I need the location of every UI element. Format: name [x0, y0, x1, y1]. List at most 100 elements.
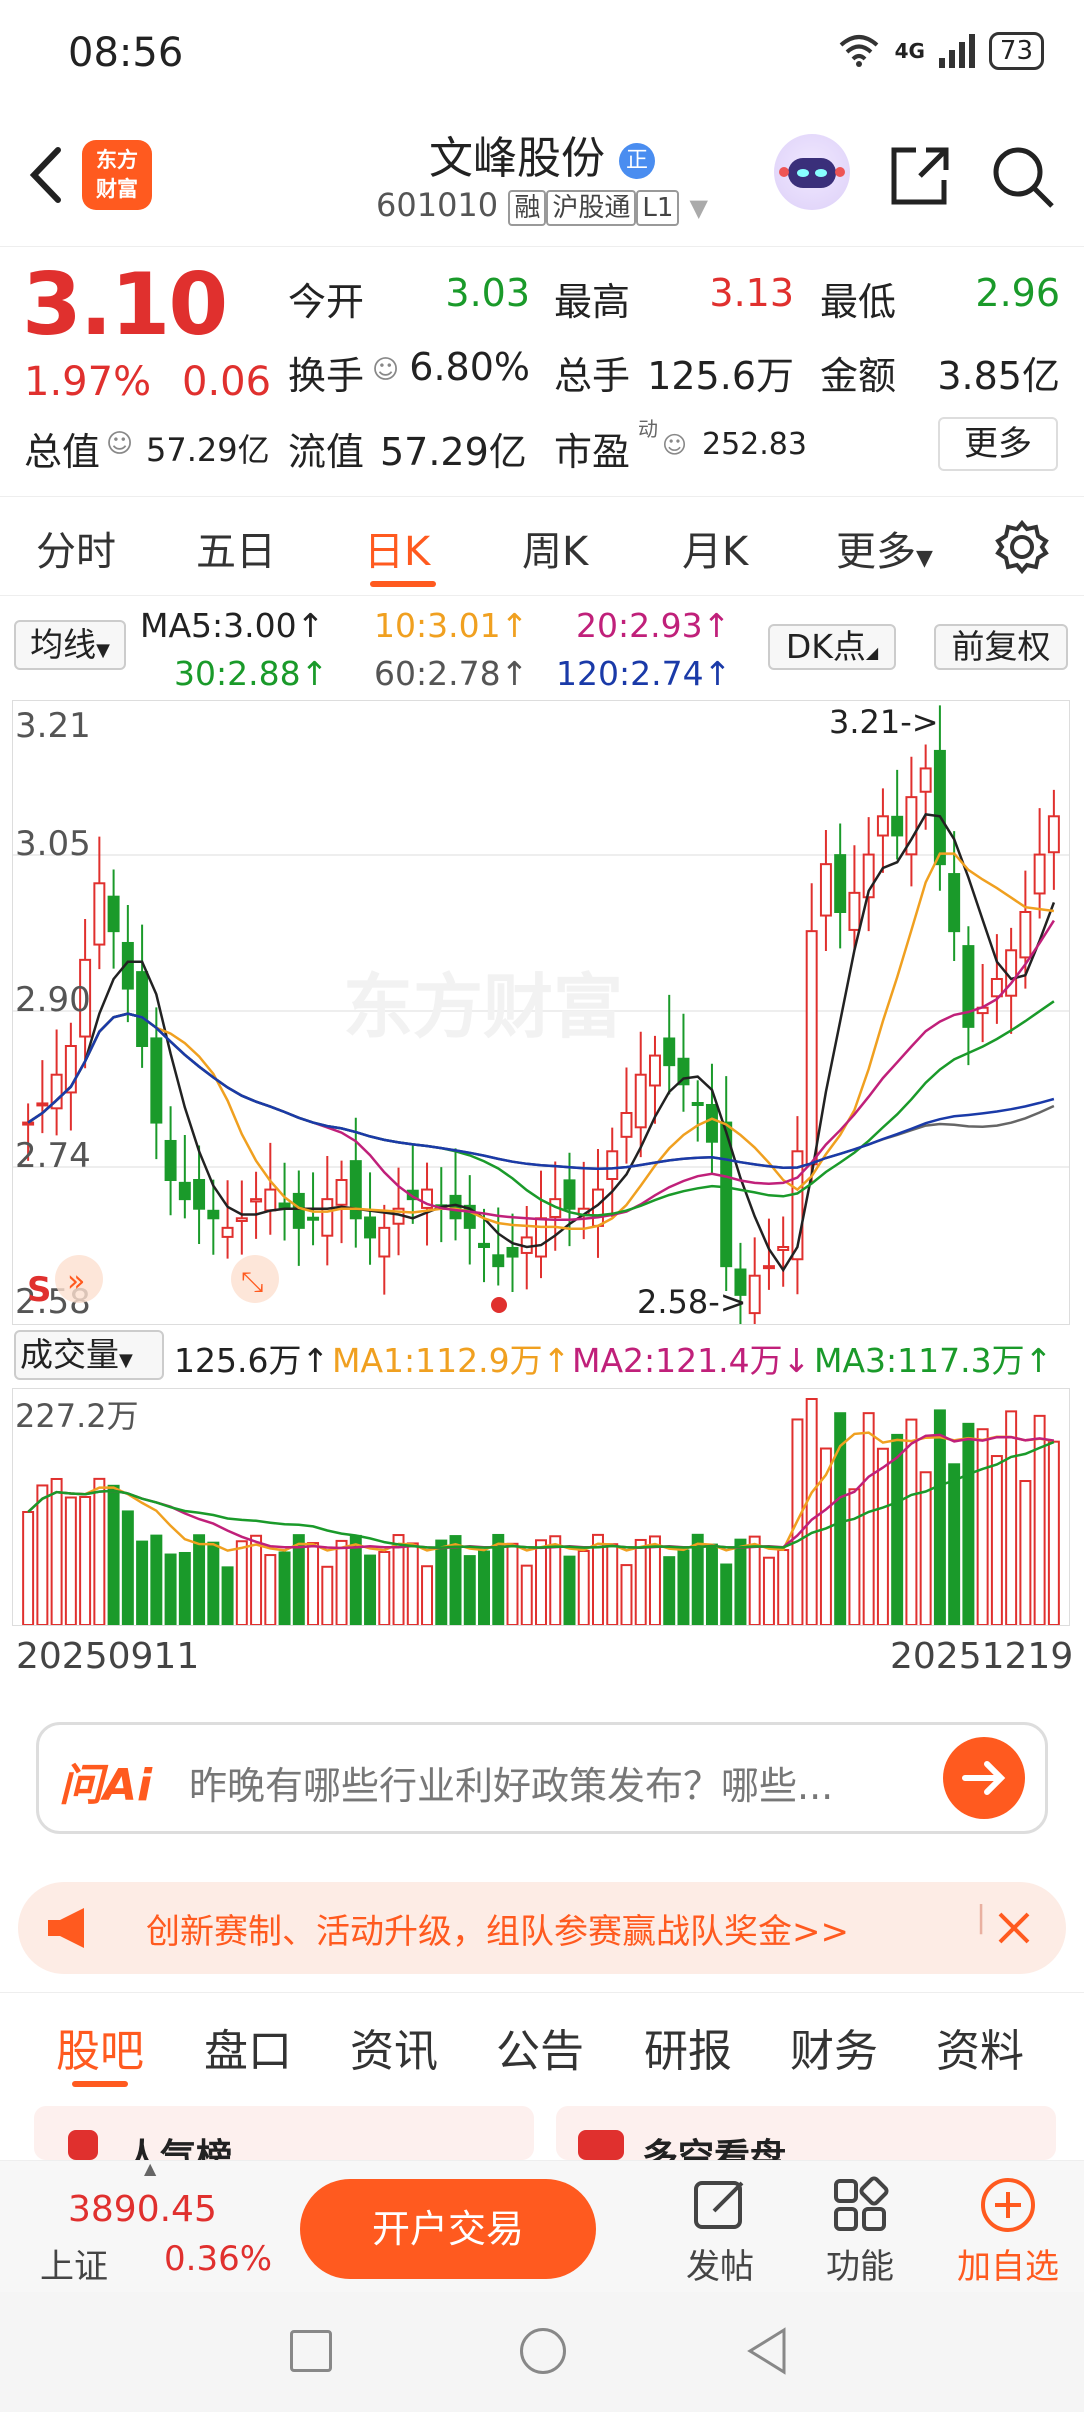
function-button[interactable]: 功能	[810, 2175, 910, 2287]
volume-bar	[948, 1463, 961, 1626]
candle	[876, 788, 889, 873]
banner-text: 创新赛制、活动升级，组队参赛赢战队奖金>>	[146, 1912, 849, 1952]
mktcap-label: 总值	[24, 430, 101, 474]
status-time: 08:56	[68, 30, 184, 76]
volume-bar	[307, 1542, 320, 1626]
settings-gear-icon[interactable]	[994, 519, 1050, 575]
tab-profile[interactable]: 资料	[936, 2015, 1024, 2079]
tab-intraday[interactable]: 分时	[36, 519, 116, 577]
open-label: 今开	[288, 280, 365, 324]
volume-bar	[720, 1563, 733, 1626]
back-button[interactable]	[22, 140, 72, 210]
tab-more[interactable]: 更多▼	[836, 519, 933, 577]
volume-bar	[535, 1539, 547, 1626]
info-icon[interactable]: ☺	[372, 355, 399, 385]
index-percent: 0.36%	[164, 2239, 273, 2279]
dk-label: DK点	[785, 627, 866, 666]
tab-weekly-k[interactable]: 周K	[522, 519, 588, 577]
tab-news[interactable]: 资讯	[350, 2015, 438, 2079]
ai-search-box[interactable]: 问Ai 昨晚有哪些行业利好政策发布？哪些...	[36, 1722, 1048, 1834]
assistant-avatar[interactable]	[774, 134, 850, 210]
index-ticker[interactable]: ▲ 3890.45 上证 0.36%	[40, 2159, 272, 2287]
candle	[1005, 927, 1018, 1034]
connect-badge: 沪股通	[546, 190, 637, 226]
volume-bar	[734, 1538, 747, 1626]
volume-bar	[79, 1495, 92, 1627]
y-label-2: 3.05	[15, 824, 91, 864]
float-value: 57.29亿	[380, 430, 527, 474]
ma-selector[interactable]: 均线▼	[14, 620, 126, 670]
candle	[435, 1167, 448, 1243]
vol-ma1: MA1:112.9万↑	[332, 1341, 571, 1380]
close-icon[interactable]	[994, 1908, 1034, 1948]
tab-daily-k[interactable]: 日K	[364, 519, 430, 577]
info-icon[interactable]: ☺	[662, 431, 687, 459]
tab-five-day[interactable]: 五日	[196, 519, 276, 577]
ai-submit-button[interactable]	[943, 1737, 1025, 1819]
tab-monthly-k[interactable]: 月K	[682, 519, 748, 577]
volume-label: 总手	[554, 354, 631, 398]
candle	[50, 1029, 63, 1136]
network-type: 4G	[894, 39, 925, 63]
volume-bar	[221, 1566, 234, 1627]
more-button[interactable]: 更多	[938, 417, 1058, 471]
volume-bar	[506, 1542, 519, 1626]
high-label: 最高	[554, 280, 631, 324]
search-icon[interactable]	[990, 144, 1056, 210]
candle	[891, 769, 904, 860]
popular-card-peek[interactable]: 人气榜	[34, 2106, 534, 2160]
volume-bar	[905, 1418, 918, 1627]
tab-finance[interactable]: 财务	[790, 2015, 878, 2079]
grid-icon	[834, 2176, 889, 2231]
margin-badge: 融	[508, 190, 547, 226]
recents-icon[interactable]	[290, 2330, 332, 2372]
dk-point-button[interactable]: DK点◢	[768, 624, 896, 670]
bottom-tab-indicator	[72, 2081, 128, 2087]
y-label-top: 3.21	[15, 706, 91, 746]
amount-label: 金额	[820, 354, 897, 398]
adjust-button[interactable]: 前复权	[934, 624, 1068, 670]
volume-bar	[64, 1496, 77, 1626]
tab-guba[interactable]: 股吧	[56, 2015, 144, 2079]
share-icon[interactable]	[886, 144, 952, 210]
vol-ma3: MA3:117.3万↑	[814, 1341, 1053, 1380]
add-watchlist-button[interactable]: 加自选	[946, 2175, 1070, 2287]
volume-chart[interactable]: 227.2万	[12, 1388, 1070, 1627]
volume-bar	[335, 1539, 348, 1626]
volume-bar	[648, 1535, 661, 1626]
kline-chart[interactable]: 东方财富 3.21 3.05 2.90 2.74 2.58 3.21-> 2.5…	[12, 700, 1070, 1347]
post-label: 发帖	[686, 2247, 754, 2287]
pe-value: 252.83	[702, 427, 807, 462]
candle	[136, 924, 149, 1068]
bullbear-card-peek[interactable]: 多空看盘	[556, 2106, 1056, 2160]
megaphone-icon	[48, 1908, 84, 1948]
tab-pankou[interactable]: 盘口	[204, 2015, 292, 2079]
tab-announcements[interactable]: 公告	[496, 2015, 584, 2079]
volume-bar	[178, 1551, 191, 1626]
system-nav-bar	[0, 2292, 1084, 2412]
candle	[862, 817, 875, 932]
plus-circle-icon	[981, 2178, 1035, 2232]
candle	[93, 836, 106, 970]
ma60-value: 60:2.78↑	[374, 654, 529, 693]
tab-research[interactable]: 研报	[644, 2015, 732, 2079]
dropdown-icon[interactable]: ▼	[690, 194, 708, 222]
volume-selector-label: 成交量	[20, 1335, 119, 1374]
info-icon[interactable]: ☺	[106, 429, 133, 459]
open-account-trade-button[interactable]: 开户交易	[300, 2179, 596, 2279]
volume-bar	[406, 1542, 419, 1626]
volume-top-label: 227.2万	[15, 1397, 139, 1435]
promo-banner[interactable]: 创新赛制、活动升级，组队参赛赢战队奖金>> |	[18, 1882, 1066, 1974]
robot-icon	[779, 158, 845, 188]
volume-bar	[705, 1543, 718, 1626]
volume-bar	[478, 1550, 491, 1627]
home-icon[interactable]	[520, 2328, 566, 2374]
volume-selector[interactable]: 成交量▼	[14, 1330, 164, 1380]
start-date: 20250911	[16, 1636, 200, 1677]
change-value: 0.06	[182, 359, 272, 405]
app-logo[interactable]: 东方 财富	[82, 140, 152, 210]
back-nav-icon[interactable]	[744, 2326, 788, 2376]
change-percent: 1.97%	[24, 359, 152, 405]
volume-bar	[107, 1484, 120, 1626]
post-button[interactable]: 发帖	[670, 2175, 770, 2287]
